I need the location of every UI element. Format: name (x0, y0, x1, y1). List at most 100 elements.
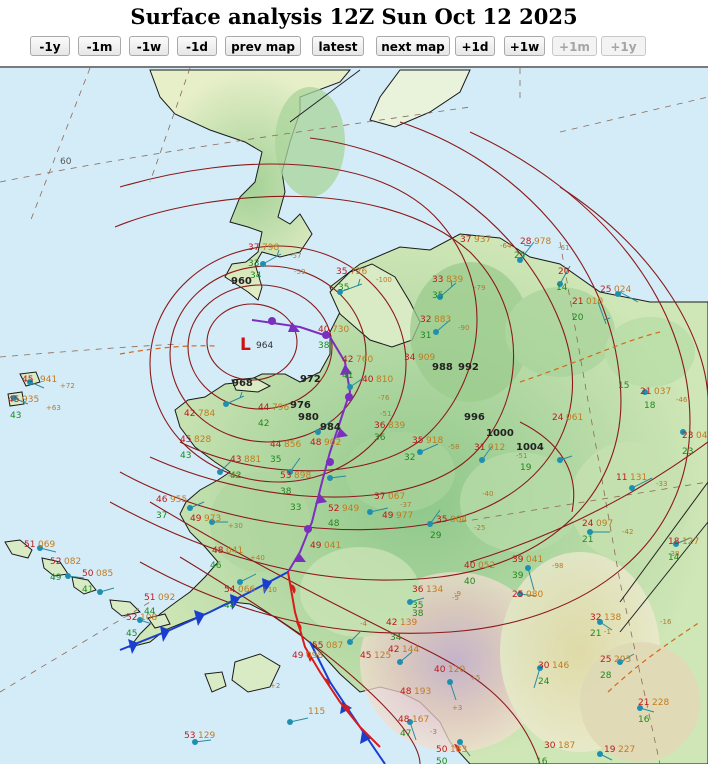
dewpoint: 35 (338, 283, 349, 293)
station-plot: 45 828 (180, 435, 211, 445)
station-plot: 40 052 (464, 561, 495, 571)
prev-year-button[interactable]: -1y (30, 36, 70, 56)
latest-button[interactable]: latest (312, 36, 364, 56)
prev-day-button[interactable]: -1d (177, 36, 217, 56)
station-temp: 53 (184, 731, 195, 741)
tendency: -51 (516, 452, 527, 460)
next-map-button[interactable]: next map (376, 36, 450, 56)
tendency: -16 (660, 618, 672, 626)
station-plot: 21 037 (640, 387, 671, 397)
dewpoint: 14 (556, 283, 568, 293)
station-pressure: 167 (412, 715, 429, 725)
prev-month-button[interactable]: -1m (78, 36, 121, 56)
isobar-label: 988 (432, 362, 453, 373)
station-temp: 49 (382, 511, 394, 521)
surface-analysis-map[interactable]: 60 L 964 960 968 972 976 980 984 988 992… (0, 66, 708, 764)
station-plot: 42 139 (386, 618, 417, 628)
dewpoint: 19 (520, 463, 532, 473)
station-plot: 39 041 (512, 555, 543, 565)
station-pressure: 041 (526, 555, 543, 565)
station-temp: 39 (512, 555, 524, 565)
station-plot: 45 935 (8, 395, 39, 405)
tendency: -5 (452, 594, 459, 602)
tendency: -51 (380, 410, 391, 418)
tendency: -98 (552, 562, 563, 570)
station-temp: 45 (360, 651, 371, 661)
dewpoint: 21 (582, 535, 593, 545)
station-plot: 28 978 (520, 237, 551, 247)
station-temp: 40 (362, 375, 374, 385)
dewpoint: 25 (514, 251, 525, 261)
station-temp: 46 (156, 495, 168, 505)
station-temp: 49 (190, 514, 202, 524)
station-plot: 44 856 (270, 440, 301, 450)
station-plot: 35 004 (436, 515, 467, 525)
prev-map-button[interactable]: prev map (225, 36, 301, 56)
station-temp: 42 (184, 409, 195, 419)
dewpoint: 38 (280, 487, 292, 497)
station-pressure: 796 (272, 403, 289, 413)
dewpoint: 38 (318, 341, 330, 351)
station-plot: 49 098 (292, 651, 323, 661)
dewpoint: 16 (536, 757, 548, 764)
station-pressure: 098 (306, 651, 323, 661)
station-pressure: 955 (170, 495, 187, 505)
station-plot: 42 144 (388, 645, 419, 655)
dewpoint: 45 (126, 629, 137, 639)
station-temp: 35 (336, 267, 347, 277)
station-plot: 37 937 (460, 235, 491, 245)
isobar-label: 972 (300, 374, 321, 385)
station-pressure: 127 (682, 537, 699, 547)
station-plot: 52 082 (50, 557, 81, 567)
tendency: -33 (656, 480, 667, 488)
station-plot: 42 760 (342, 355, 373, 365)
next-week-button[interactable]: +1w (504, 36, 545, 56)
prev-week-button[interactable]: -1w (129, 36, 169, 56)
station-temp: 34 (404, 353, 416, 363)
station-temp: 48 (212, 546, 224, 556)
station-plot: 45 941 (22, 375, 57, 385)
station-pressure: 798 (262, 243, 279, 253)
station-pressure: 183 (450, 745, 467, 755)
tendency: -61 (558, 244, 569, 252)
dewpoint: 20 (572, 313, 584, 323)
station-pressure: 144 (402, 645, 419, 655)
next-day-button[interactable]: +1d (455, 36, 495, 56)
station-plot: 25 024 (600, 285, 631, 295)
tendency: +30 (228, 522, 243, 530)
tendency: -90 (458, 324, 469, 332)
station-plot: 49 041 (310, 541, 341, 551)
dewpoint: 46 (210, 561, 222, 571)
station-pressure: 004 (450, 515, 467, 525)
station-plot: 51 092 (144, 593, 175, 603)
tendency: +72 (60, 382, 75, 390)
station-plot: 35 918 (412, 436, 443, 446)
station-temp: 30 (544, 741, 556, 751)
tendency: -1 (604, 628, 611, 636)
station-pressure: 935 (22, 395, 39, 405)
station-plot: 24 097 (582, 519, 613, 529)
station-temp: 25 (512, 590, 523, 600)
station-pressure: 977 (396, 511, 413, 521)
station-plot: 32 883 (420, 315, 451, 325)
isobar-label: 968 (232, 378, 253, 389)
tendency: -38 (668, 550, 679, 558)
station-plot: 40 730 (318, 325, 349, 335)
station-pressure: 228 (652, 698, 669, 708)
station-temp: 55 (312, 641, 323, 651)
station-pressure: 134 (426, 585, 443, 595)
station-plot: 42 784 (184, 409, 215, 419)
station-plot: 46 955 (156, 495, 187, 505)
tendency: -37 (400, 501, 411, 509)
isobar-label: 996 (464, 412, 485, 423)
dewpoint: 24 (538, 677, 550, 687)
station-plot: 50 085 (82, 569, 113, 579)
station-pressure: 898 (294, 471, 311, 481)
tendency: -46 (676, 396, 688, 404)
isobar-label: 960 (231, 276, 252, 287)
station-pressure: 061 (566, 413, 583, 423)
station-plot: 19 227 (604, 745, 635, 755)
station-temp: 45 (180, 435, 191, 445)
station-pressure: 069 (38, 540, 55, 550)
tendency: -22 (228, 472, 239, 480)
